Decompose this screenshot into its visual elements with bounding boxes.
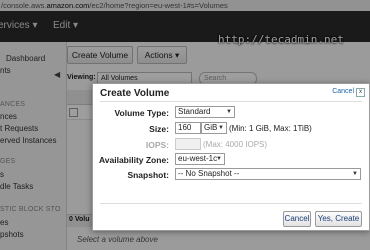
chevron-down-icon: ▼: [352, 171, 358, 177]
snapshot-label: Snapshot:: [127, 170, 169, 180]
size-input[interactable]: 160: [175, 122, 201, 134]
iops-input[interactable]: [175, 138, 201, 150]
availability-zone-value: eu-west-1c: [178, 154, 218, 163]
dialog-divider: [100, 101, 362, 102]
snapshot-select[interactable]: -- No Snapshot -- ▼: [175, 168, 361, 180]
size-unit-select[interactable]: GiB ▼: [201, 122, 227, 134]
dialog-close-label[interactable]: Cancel: [332, 88, 354, 95]
volume-type-label: Volume Type:: [114, 108, 169, 118]
chevron-down-icon: ▼: [216, 156, 222, 162]
cancel-button[interactable]: Cancel: [283, 211, 311, 227]
snapshot-value: -- No Snapshot --: [178, 169, 240, 178]
dialog-footer-divider: [100, 203, 362, 204]
volume-type-select[interactable]: Standard ▼: [175, 106, 235, 118]
availability-zone-label: Availability Zone:: [98, 155, 169, 165]
iops-max-note: (Max: 4000 IOPS): [203, 140, 268, 149]
volume-type-value: Standard: [178, 107, 211, 116]
iops-label: IOPS:: [145, 140, 169, 150]
close-icon[interactable]: x: [356, 88, 365, 97]
size-unit-value: GiB: [204, 123, 218, 132]
size-range-note: (Min: 1 GiB, Max: 1TiB): [229, 124, 312, 133]
create-volume-dialog: Create Volume Cancel x Volume Type: Stand…: [92, 83, 370, 231]
dialog-close-link[interactable]: Cancel x: [332, 88, 365, 97]
chevron-down-icon: ▼: [226, 109, 232, 115]
dialog-title: Create Volume: [100, 88, 170, 99]
size-label: Size:: [149, 124, 169, 134]
availability-zone-select[interactable]: eu-west-1c ▼: [175, 153, 225, 165]
yes-create-button[interactable]: Yes, Create: [315, 211, 362, 227]
chevron-down-icon: ▼: [218, 125, 224, 131]
